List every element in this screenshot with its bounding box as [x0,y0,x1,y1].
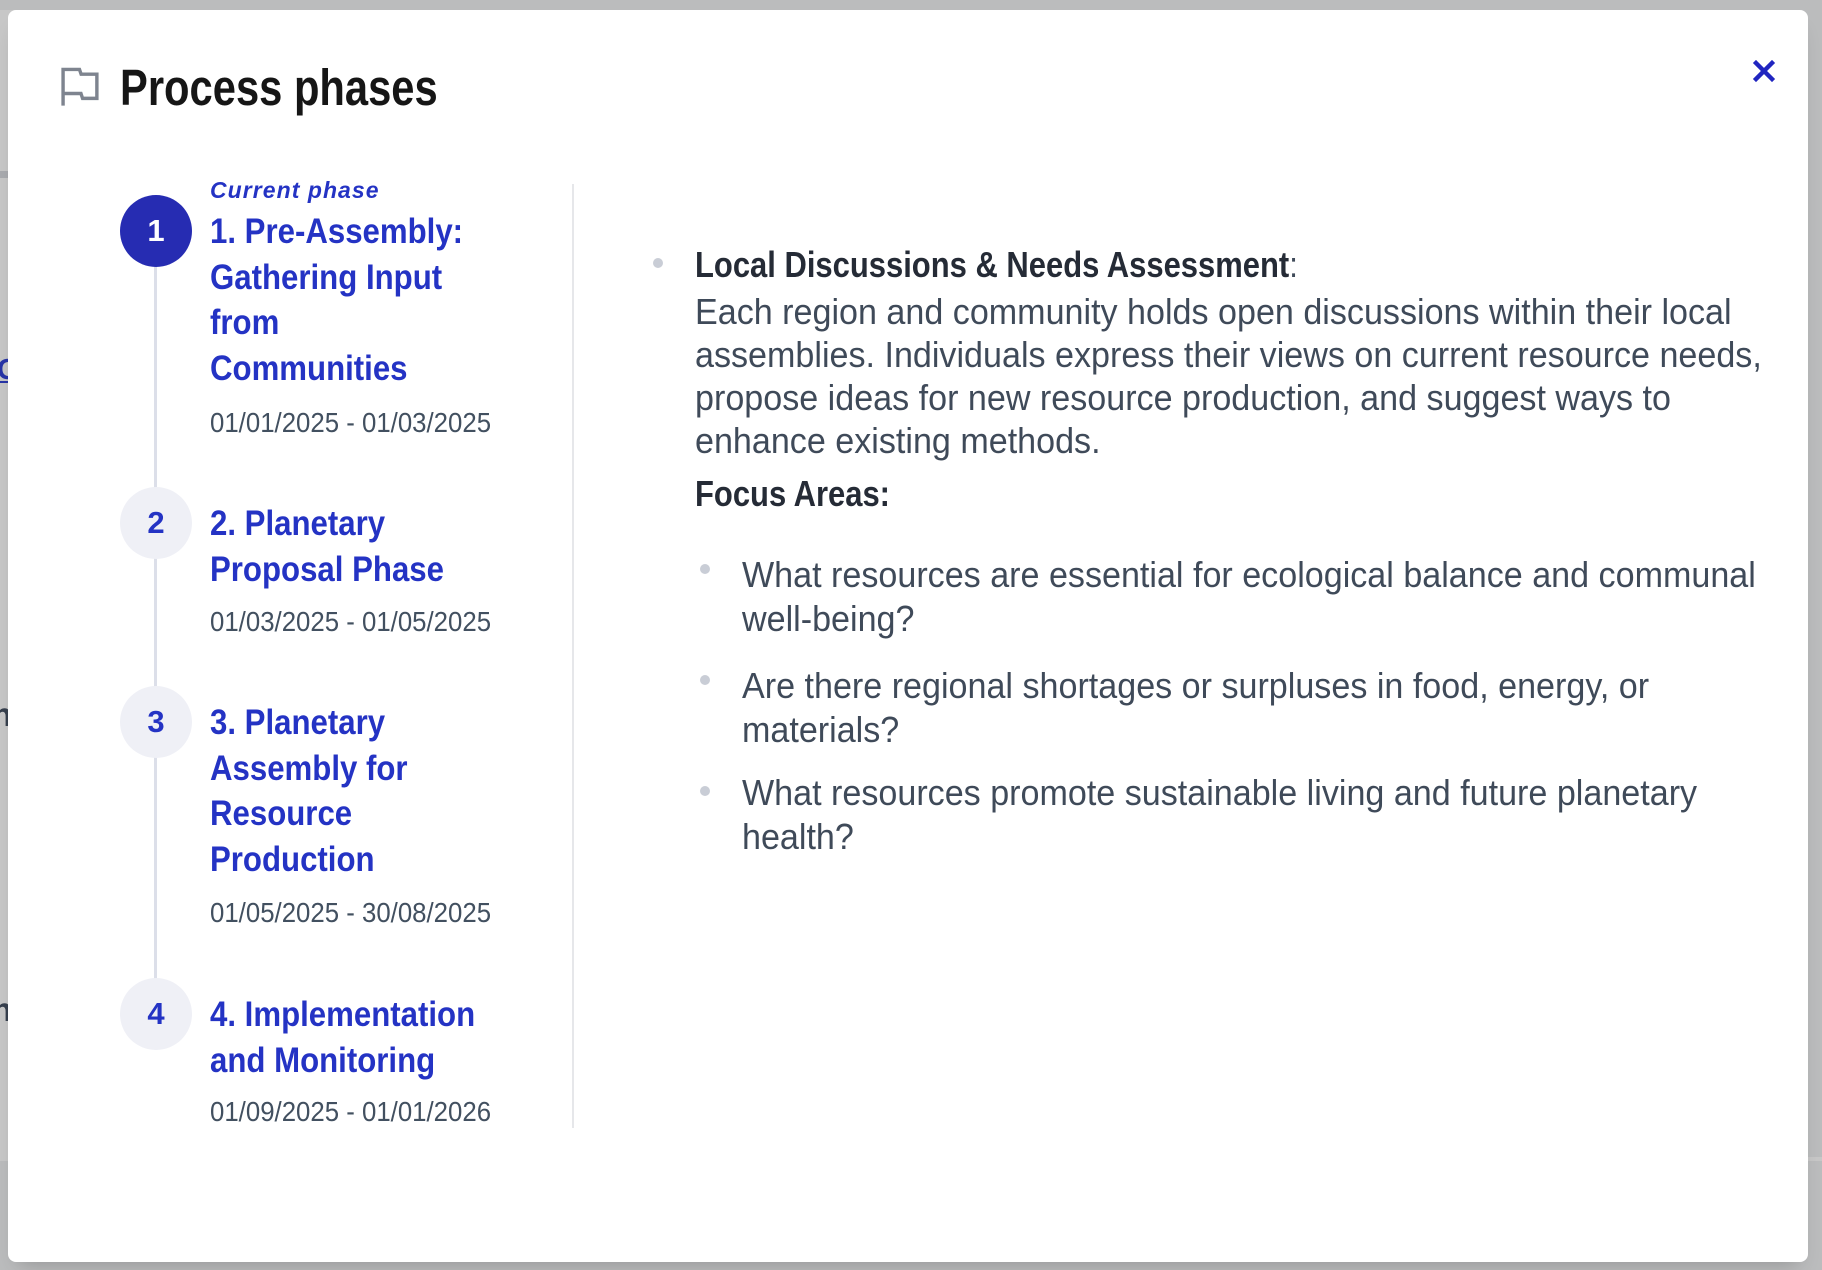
bullet-icon [653,258,663,268]
description-heading: Local Discussions & Needs Assessment: [695,243,1298,286]
focus-question-2: Are there regional shortages or surpluse… [742,664,1649,751]
current-phase-label: Current phase [210,176,380,204]
phase-dates-3: 01/05/2025 - 30/08/2025 [210,896,491,930]
process-phases-modal: Process phases 1 2 3 4 Current phase 1. … [8,10,1808,1262]
close-icon[interactable] [1748,55,1780,87]
focus-areas-label: Focus Areas: [695,472,890,515]
bullet-icon [700,675,710,685]
focus-question-3: What resources promote sustainable livin… [742,771,1697,858]
description-heading-strong: Local Discussions & Needs Assessment [695,244,1289,285]
focus-question-1: What resources are essential for ecologi… [742,553,1756,640]
phase-step-1[interactable]: 1 [120,195,192,267]
timeline-connector [154,231,157,1014]
description-paragraph: Each region and community holds open dis… [695,290,1762,462]
phase-dates-2: 01/03/2025 - 01/05/2025 [210,605,491,639]
flag-icon [59,67,99,106]
phase-title-1[interactable]: 1. Pre-Assembly: Gathering Input from Co… [210,209,463,391]
bullet-icon [700,564,710,574]
bullet-icon [700,786,710,796]
phase-title-2[interactable]: 2. Planetary Proposal Phase [210,501,444,592]
modal-title: Process phases [120,62,438,113]
phase-step-2[interactable]: 2 [120,487,192,559]
phase-dates-1: 01/01/2025 - 01/03/2025 [210,406,491,440]
description-heading-colon: : [1289,244,1298,285]
phase-title-3[interactable]: 3. Planetary Assembly for Resource Produ… [210,700,408,882]
phase-step-3[interactable]: 3 [120,686,192,758]
column-separator [572,184,574,1128]
phase-dates-4: 01/09/2025 - 01/01/2026 [210,1095,491,1129]
phase-step-4[interactable]: 4 [120,978,192,1050]
phase-title-4[interactable]: 4. Implementation and Monitoring [210,992,475,1083]
